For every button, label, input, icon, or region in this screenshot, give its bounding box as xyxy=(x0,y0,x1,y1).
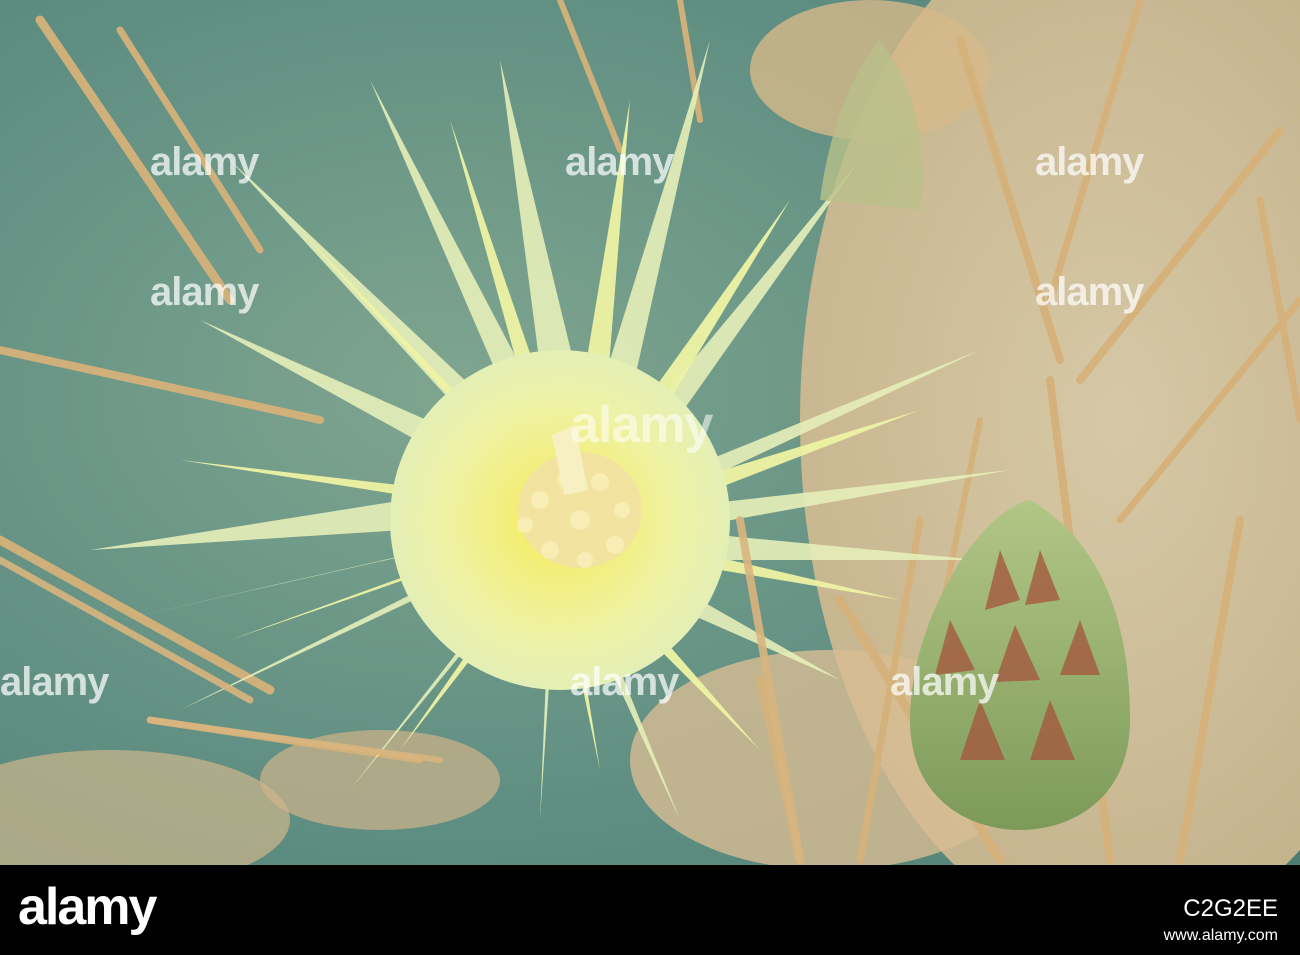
image-id: C2G2EE xyxy=(1183,895,1278,922)
alamy-logo: alamy xyxy=(18,878,157,936)
footer-bar: alamy C2G2EE www.alamy.com xyxy=(0,865,1300,955)
stock-photo-page: alamy alamy alamy alamy alamy alamy alam… xyxy=(0,0,1300,955)
cactus-flower-photo: alamy alamy alamy alamy alamy alamy alam… xyxy=(0,0,1300,865)
website-text: www.alamy.com xyxy=(1163,927,1278,944)
cactus-flower-illustration xyxy=(0,0,1300,865)
